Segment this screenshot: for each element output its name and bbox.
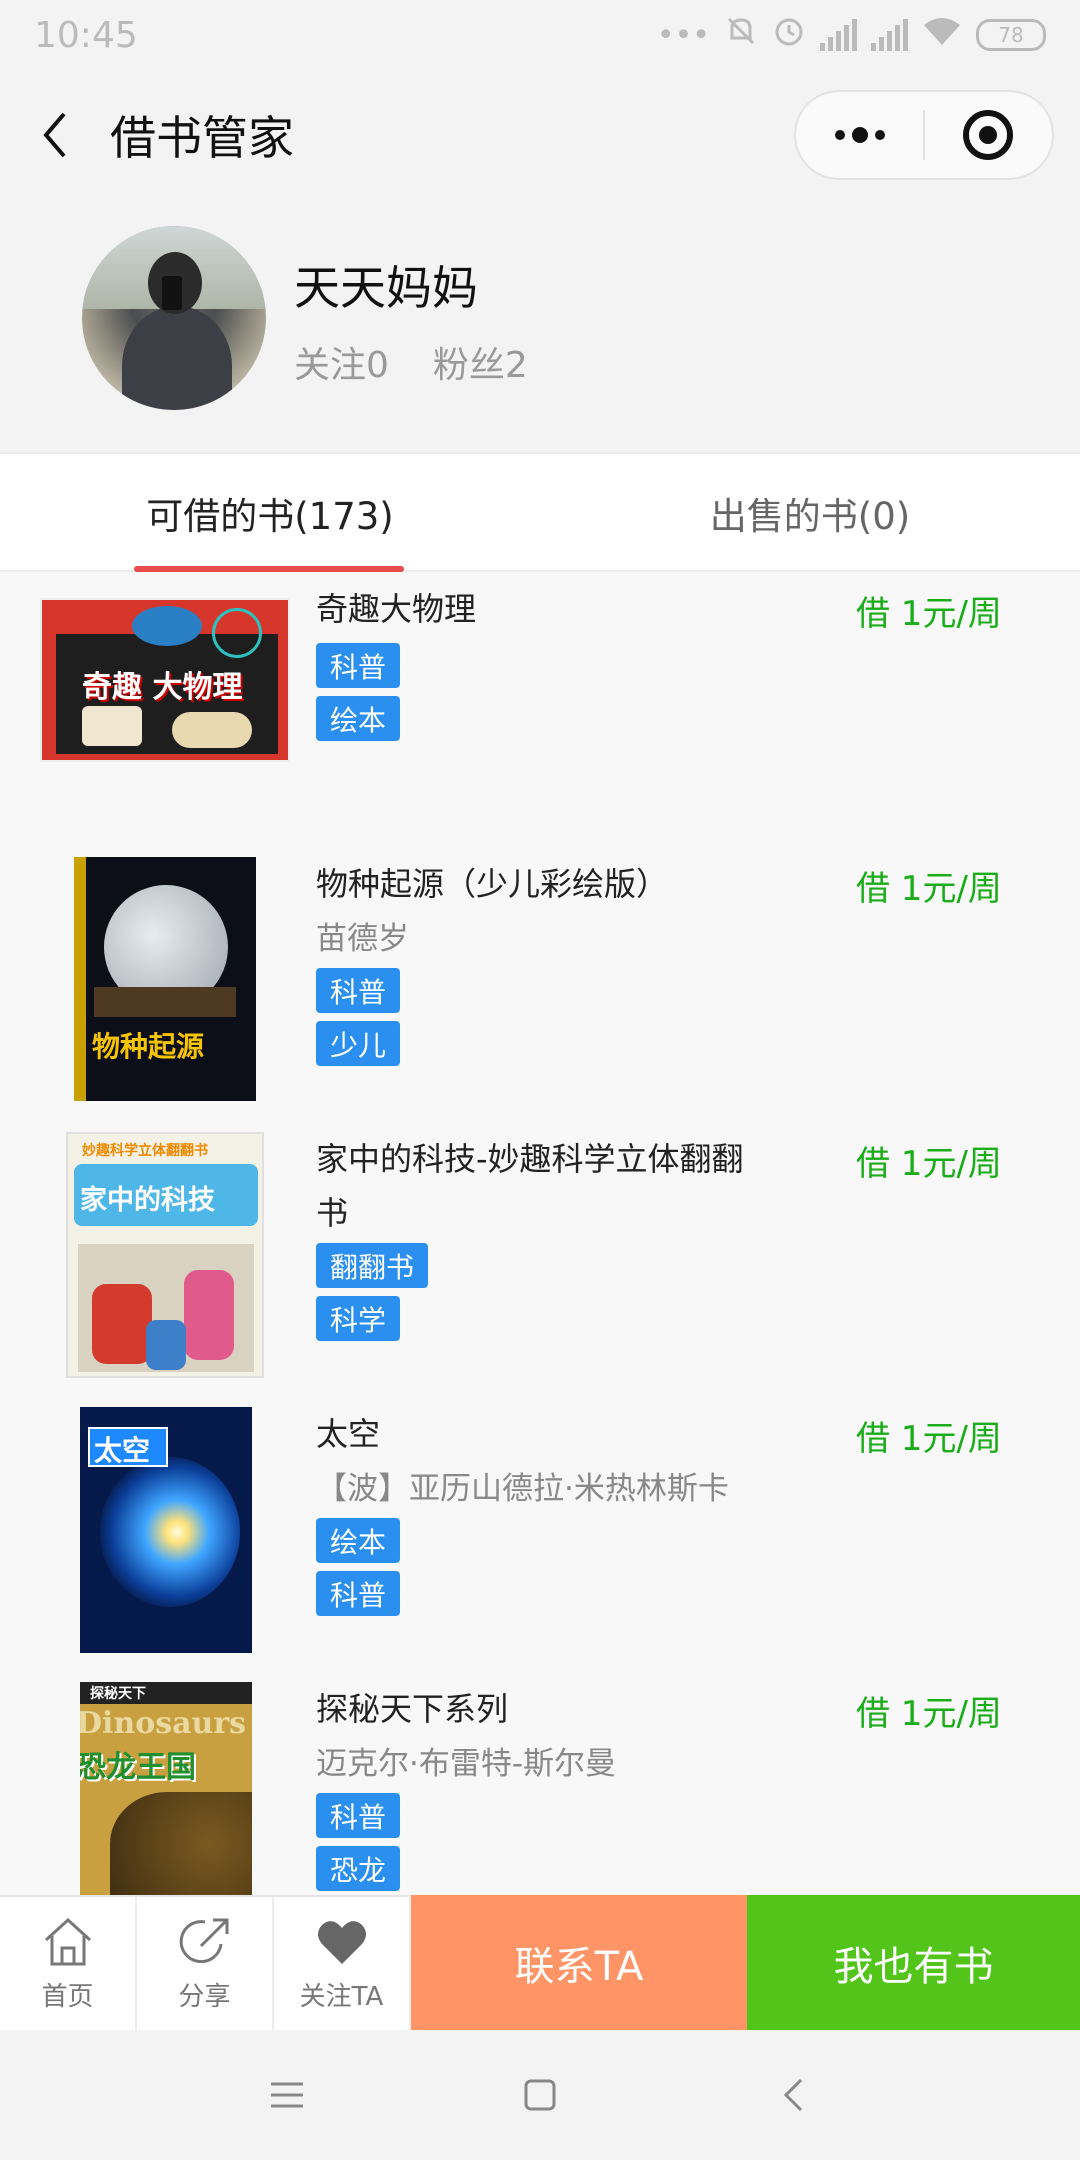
status-time: 10:45 xyxy=(34,14,138,56)
menu-button[interactable] xyxy=(227,2050,347,2140)
home-system-button[interactable] xyxy=(480,2050,600,2140)
more-button[interactable] xyxy=(796,90,923,180)
book-item[interactable]: 奇趣 大物理 奇趣大物理 科普 绘本 借 1元/周 xyxy=(0,572,1080,847)
back-chevron-icon xyxy=(784,2078,803,2112)
status-bar: 10:45 ••• 78 xyxy=(0,0,1080,70)
tab-borrowable[interactable]: 可借的书(173) xyxy=(0,454,540,572)
share-label: 分享 xyxy=(178,1982,231,2012)
profile-name: 天天妈妈 xyxy=(294,261,478,315)
target-icon xyxy=(963,110,1014,160)
following-count[interactable]: 关注0 xyxy=(294,336,389,388)
book-tag: 翻翻书 xyxy=(316,1243,429,1288)
book-tag: 科普 xyxy=(316,1793,401,1838)
book-author: 迈克尔·布雷特-斯尔曼 xyxy=(316,1746,617,1782)
back-button[interactable] xyxy=(0,70,110,200)
i-have-books-button[interactable]: 我也有书 xyxy=(747,1895,1080,2030)
book-price: 借 1元/周 xyxy=(856,594,1002,634)
bottom-action-bar: 首页 分享 关注TA 联系TA 我也有书 xyxy=(0,1895,1080,2030)
book-tag: 绘本 xyxy=(316,696,401,741)
book-tag: 恐龙 xyxy=(316,1846,401,1891)
book-price: 借 1元/周 xyxy=(856,1144,1002,1184)
book-tag: 科普 xyxy=(316,1571,401,1616)
more-dots-icon xyxy=(834,127,885,143)
heart-icon xyxy=(317,1921,366,1964)
share-button[interactable]: 分享 xyxy=(137,1897,274,2030)
profile-stats: 关注0 粉丝2 xyxy=(294,336,528,388)
book-item[interactable]: 探秘天下 Dinosaurs 恐龙王国 探秘天下系列 迈克尔·布雷特-斯尔曼 科… xyxy=(0,1672,1080,1895)
mini-program-capsule xyxy=(794,90,1054,180)
book-cover: 太空 xyxy=(80,1407,252,1653)
profile-header: 天天妈妈 关注0 粉丝2 xyxy=(0,200,1080,452)
book-author: 苗德岁 xyxy=(316,921,409,957)
tab-for-sale[interactable]: 出售的书(0) xyxy=(540,454,1080,572)
system-nav-bar xyxy=(0,2030,1080,2160)
book-tag: 少儿 xyxy=(316,1021,401,1066)
cover-title-text: 恐龙王国 xyxy=(80,1750,196,1785)
avatar[interactable] xyxy=(82,226,266,410)
square-icon xyxy=(524,2079,556,2111)
book-price: 借 1元/周 xyxy=(856,1419,1002,1459)
book-cover: 物种起源 xyxy=(74,857,256,1101)
followers-count[interactable]: 粉丝2 xyxy=(433,336,528,388)
follow-label: 关注TA xyxy=(299,1982,384,2012)
nav-bar: 借书管家 xyxy=(0,70,1080,200)
book-item[interactable]: 太空 太空 【波】亚历山德拉·米热林斯卡 绘本 科普 借 1元/周 xyxy=(0,1397,1080,1672)
book-cover: 探秘天下 Dinosaurs 恐龙王国 xyxy=(80,1682,252,1895)
tab-for-sale-label: 出售的书(0) xyxy=(709,495,911,538)
cover-title-text: 奇趣 大物理 xyxy=(82,670,243,705)
home-label: 首页 xyxy=(41,1982,94,2012)
book-list: 奇趣 大物理 奇趣大物理 科普 绘本 借 1元/周 物种起源 物种起源（少儿彩绘… xyxy=(0,572,1080,1895)
tab-borrowable-label: 可借的书(173) xyxy=(146,495,394,538)
book-cover: 奇趣 大物理 xyxy=(40,598,290,762)
book-title: 物种起源（少儿彩绘版） xyxy=(316,865,669,903)
cover-title-text: 太空 xyxy=(94,1434,151,1467)
signal-hd-1-icon xyxy=(820,19,857,51)
cover-subtitle-text: 妙趣科学立体翻翻书 xyxy=(82,1143,208,1159)
alarm-icon xyxy=(772,14,806,56)
follow-button[interactable]: 关注TA xyxy=(274,1897,411,2030)
book-tag: 科普 xyxy=(316,968,401,1013)
home-button[interactable]: 首页 xyxy=(0,1897,137,2030)
menu-icon xyxy=(270,2082,303,2108)
close-mini-program-button[interactable] xyxy=(925,90,1052,180)
page-title: 借书管家 xyxy=(110,111,294,165)
cover-series-text: 探秘天下 xyxy=(90,1686,146,1702)
battery-icon: 78 xyxy=(976,19,1046,51)
back-arrow-icon xyxy=(43,112,66,158)
mute-icon xyxy=(724,14,758,56)
home-icon xyxy=(44,1917,91,1966)
book-tag: 科普 xyxy=(316,643,401,688)
contact-button[interactable]: 联系TA xyxy=(411,1895,747,2030)
cover-title-text: 家中的科技 xyxy=(80,1185,215,1216)
book-title: 家中的科技-妙趣科学立体翻翻书 xyxy=(316,1140,744,1232)
wifi-icon xyxy=(922,15,962,55)
book-title: 探秘天下系列 xyxy=(316,1690,509,1728)
tab-bar: 可借的书(173) 出售的书(0) xyxy=(0,452,1080,572)
book-title: 奇趣大物理 xyxy=(316,590,477,628)
book-title: 太空 xyxy=(316,1415,381,1453)
book-item[interactable]: 妙趣科学立体翻翻书 家中的科技 家中的科技-妙趣科学立体翻翻书 翻翻书 科学 借… xyxy=(0,1122,1080,1397)
cover-english-text: Dinosaurs xyxy=(80,1706,247,1741)
signal-hd-2-icon xyxy=(871,19,908,51)
book-price: 借 1元/周 xyxy=(856,869,1002,909)
status-icons: ••• 78 xyxy=(657,14,1046,56)
back-system-button[interactable] xyxy=(733,2050,853,2140)
book-cover: 妙趣科学立体翻翻书 家中的科技 xyxy=(66,1132,264,1378)
book-tag: 绘本 xyxy=(316,1518,401,1563)
more-dots-icon: ••• xyxy=(656,17,710,53)
book-price: 借 1元/周 xyxy=(856,1694,1002,1734)
book-item[interactable]: 物种起源 物种起源（少儿彩绘版） 苗德岁 科普 少儿 借 1元/周 xyxy=(0,847,1080,1122)
share-icon xyxy=(179,1918,228,1964)
cover-title-text: 物种起源 xyxy=(92,1030,205,1063)
book-tag: 科学 xyxy=(316,1296,401,1341)
book-author: 【波】亚历山德拉·米热林斯卡 xyxy=(316,1471,729,1507)
